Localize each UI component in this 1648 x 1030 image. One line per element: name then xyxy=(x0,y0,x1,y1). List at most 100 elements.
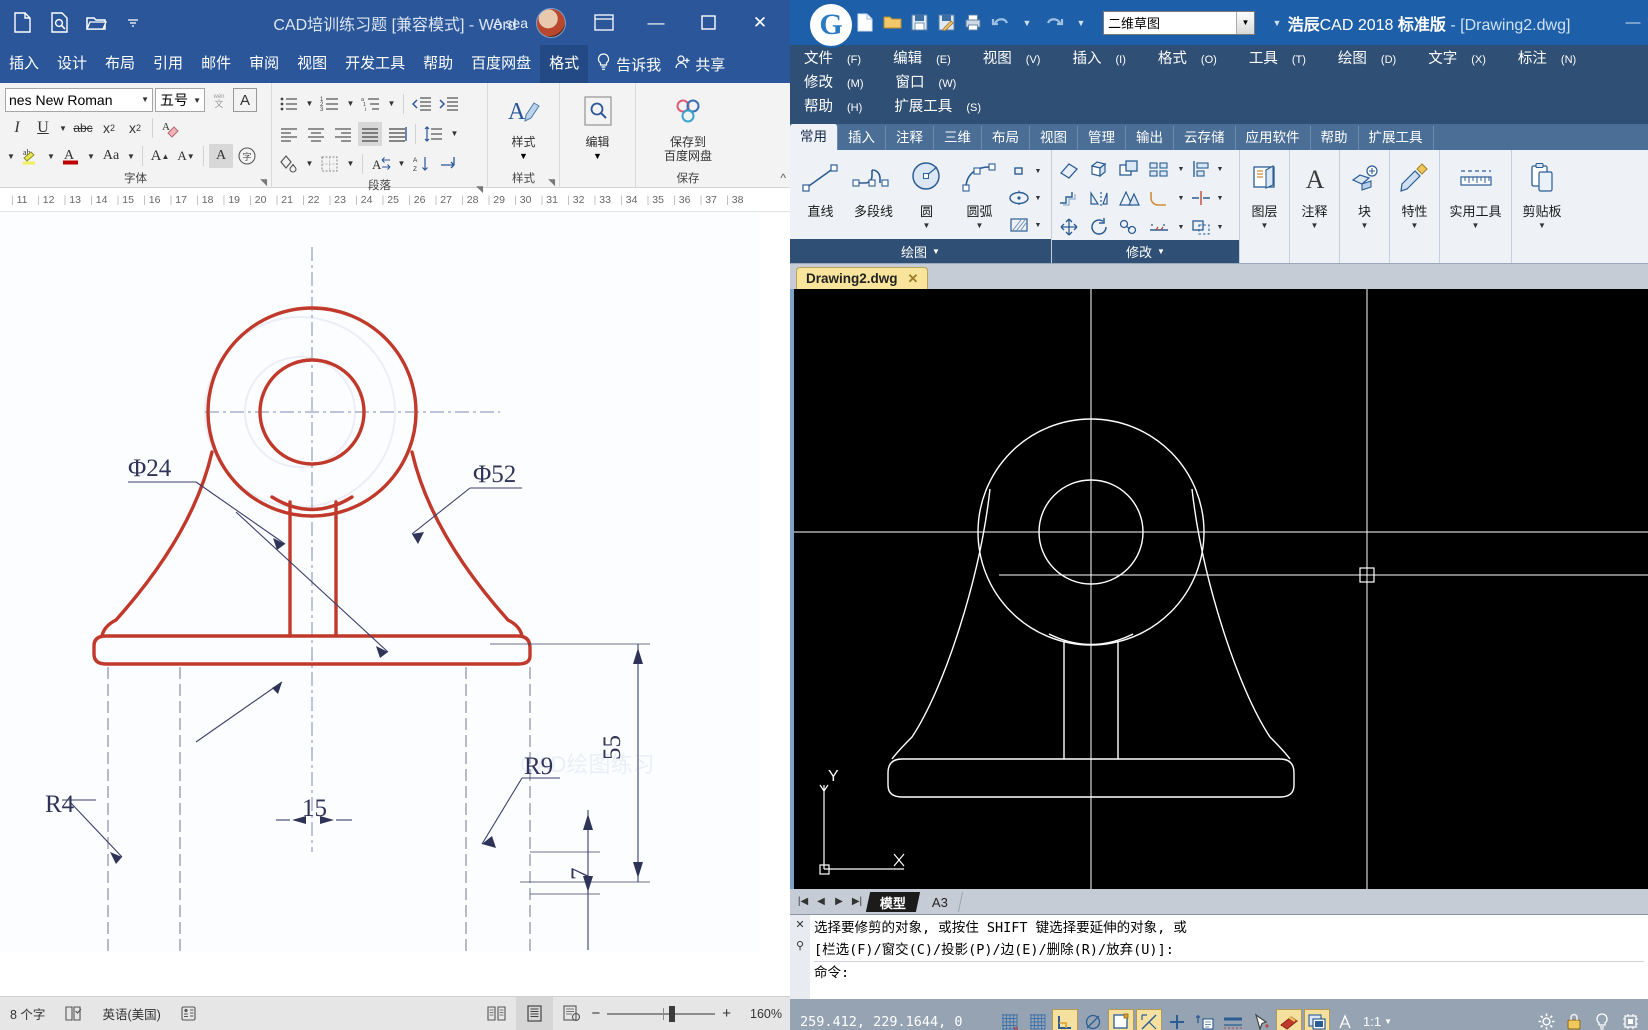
chevron-down-icon[interactable]: ▼ xyxy=(519,151,528,161)
superscript-button[interactable]: x2 xyxy=(123,116,147,140)
character-border-icon[interactable]: A xyxy=(233,88,257,112)
line-spacing-icon[interactable] xyxy=(422,122,446,146)
align-center-icon[interactable] xyxy=(304,122,328,146)
chevron-down-icon[interactable]: ▼ xyxy=(976,221,984,230)
break-icon[interactable] xyxy=(1188,185,1214,211)
quick-properties-icon[interactable] xyxy=(1304,1008,1330,1030)
cad-quick-access-toolbar[interactable]: ▼ ▼ 二维草图 ▼ ▼ xyxy=(854,10,1288,35)
cad-panel-layers[interactable]: 图层 ▼ xyxy=(1240,150,1290,263)
numbered-list-icon[interactable]: 123 xyxy=(318,92,342,116)
chevron-down-icon[interactable]: ▼ xyxy=(193,96,204,105)
nav-first-icon[interactable]: |◀ xyxy=(794,896,812,907)
grid-display-icon[interactable] xyxy=(1024,1009,1050,1030)
chevron-down-icon[interactable]: ▼ xyxy=(1176,224,1186,231)
workspace-combo[interactable]: 二维草图 ▼ xyxy=(1103,10,1255,35)
chevron-down-icon[interactable]: ▼ xyxy=(1033,222,1043,229)
chevron-down-icon[interactable]: ▼ xyxy=(5,144,17,168)
editing-button[interactable]: 编辑 ▼ xyxy=(566,87,630,161)
zoom-thumb[interactable] xyxy=(669,1005,676,1022)
tab-view[interactable]: 视图 xyxy=(288,45,336,83)
chevron-down-icon[interactable]: ▼ xyxy=(1215,224,1225,231)
transparency-icon[interactable] xyxy=(1276,1008,1302,1030)
chevron-down-icon[interactable]: ▼ xyxy=(1215,195,1225,202)
read-mode-icon[interactable] xyxy=(477,997,516,1030)
cad-panel-draw-label[interactable]: 绘图 ▼ xyxy=(790,239,1051,263)
new-document-icon[interactable] xyxy=(10,11,34,35)
restore-button[interactable] xyxy=(682,0,734,45)
menu-dimension[interactable]: 标注 (N) xyxy=(1518,51,1590,67)
cad-panel-annotation[interactable]: A 注释 ▼ xyxy=(1290,150,1340,263)
word-quick-access-toolbar[interactable] xyxy=(0,11,145,35)
align-right-icon[interactable] xyxy=(331,122,355,146)
erase-icon[interactable] xyxy=(1056,156,1082,182)
strikethrough-button[interactable]: abc xyxy=(71,116,95,140)
command-gutter[interactable]: ✕ ⚲ xyxy=(790,915,810,999)
sort-icon[interactable]: AZ xyxy=(410,152,434,176)
annotation-button[interactable]: A 注释 ▼ xyxy=(1294,154,1335,230)
cad-layout-tabs[interactable]: |◀ ◀ ▶ ▶| 模型 A3 xyxy=(790,889,1648,914)
tab-help[interactable]: 帮助 xyxy=(414,45,462,83)
tell-me-box[interactable]: 告诉我 xyxy=(588,45,669,83)
menu-modify[interactable]: 修改 (M) xyxy=(804,75,878,91)
redo-dropdown-icon[interactable]: ▼ xyxy=(1070,12,1092,34)
draw-arc-button[interactable]: 圆弧 ▼ xyxy=(953,154,1006,230)
chevron-down-icon[interactable]: ▼ xyxy=(304,152,315,176)
menu-draw[interactable]: 绘图 (D) xyxy=(1338,51,1410,67)
polar-tracking-icon[interactable] xyxy=(1080,1009,1106,1030)
cad-tab-express[interactable]: 扩展工具 xyxy=(1359,126,1434,150)
close-button[interactable]: ✕ xyxy=(734,0,786,45)
menu-view[interactable]: 视图 (V) xyxy=(983,51,1055,67)
zoom-slider[interactable]: − + 160% xyxy=(591,1005,790,1022)
chevron-down-icon[interactable]: ▼ xyxy=(1176,166,1186,173)
change-case-icon[interactable]: Aa xyxy=(99,144,123,168)
cad-tab-apps[interactable]: 应用软件 xyxy=(1236,126,1311,150)
cad-drawing-canvas[interactable]: Y xyxy=(790,289,1648,889)
justify-icon[interactable] xyxy=(358,121,382,146)
close-icon[interactable]: ✕ xyxy=(908,271,919,287)
chevron-down-icon[interactable]: ▼ xyxy=(1033,195,1043,202)
chevron-down-icon[interactable]: ▼ xyxy=(1033,168,1043,175)
web-layout-icon[interactable] xyxy=(553,997,591,1030)
dynamic-input-icon[interactable] xyxy=(1192,1009,1218,1030)
tab-mailings[interactable]: 邮件 xyxy=(192,45,240,83)
move-copy-icon[interactable] xyxy=(1116,156,1142,182)
new-file-icon[interactable] xyxy=(854,12,876,34)
subscript-button[interactable]: x2 xyxy=(97,116,121,140)
chevron-down-icon[interactable]: ▼ xyxy=(45,144,57,168)
chevron-down-icon[interactable]: ▼ xyxy=(1384,1017,1392,1026)
shading-icon[interactable] xyxy=(277,152,301,176)
font-color-icon[interactable]: A xyxy=(59,144,83,168)
customize-qat-icon[interactable] xyxy=(121,11,145,35)
dialog-launcher-icon[interactable]: ◥ xyxy=(476,180,483,198)
collapse-ribbon-icon[interactable]: ^ xyxy=(780,171,786,185)
block-button[interactable]: 块 ▼ xyxy=(1344,154,1385,230)
cad-panel-properties[interactable]: 特性 ▼ xyxy=(1390,150,1440,263)
chevron-down-icon[interactable]: ▼ xyxy=(345,92,356,116)
dynamic-ucs-icon[interactable] xyxy=(1164,1009,1190,1030)
cad-tab-output[interactable]: 输出 xyxy=(1126,126,1174,150)
open-file-icon[interactable] xyxy=(881,12,903,34)
settings-gear-icon[interactable] xyxy=(1533,1009,1559,1030)
draw-line-button[interactable]: 直线 xyxy=(794,154,847,220)
pin-icon[interactable]: ⚲ xyxy=(796,939,804,952)
cad-menu-bar[interactable]: 文件 (F) 编辑 (E) 视图 (V) 插入 (I) 格式 (O) 工具 (T) 绘图 (D… xyxy=(790,45,1648,124)
align-left-icon[interactable] xyxy=(277,122,301,146)
chevron-down-icon[interactable]: ▼ xyxy=(85,144,97,168)
document-tab-drawing2[interactable]: Drawing2.dwg ✕ xyxy=(796,267,929,289)
cad-tab-layout[interactable]: 布局 xyxy=(982,126,1030,150)
align-icon[interactable] xyxy=(1188,156,1214,182)
tab-insert[interactable]: 插入 xyxy=(0,45,48,83)
italic-button[interactable]: I xyxy=(5,116,29,140)
chevron-down-icon[interactable]: ▼ xyxy=(125,144,137,168)
grow-font-icon[interactable]: A ▲ xyxy=(148,144,172,168)
array-icon[interactable] xyxy=(1146,156,1172,182)
mirror-icon[interactable] xyxy=(1086,185,1112,211)
save-to-baidu-button[interactable]: 保存到 百度网盘 xyxy=(641,87,735,163)
decrease-indent-icon[interactable] xyxy=(410,92,434,116)
avatar[interactable] xyxy=(536,7,566,38)
multilevel-list-icon[interactable]: a1i xyxy=(359,92,383,116)
chevron-down-icon[interactable]: ▼ xyxy=(1236,11,1254,34)
status-toggles[interactable]: 1:1 ▼ xyxy=(995,1008,1392,1030)
text-effects-icon[interactable]: A xyxy=(209,144,233,168)
save-as-icon[interactable] xyxy=(935,12,957,34)
